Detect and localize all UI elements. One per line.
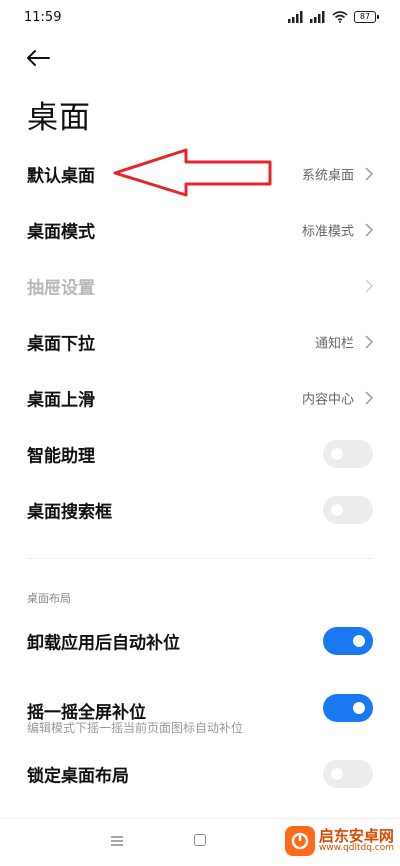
setting-shake-fill: 摇一摇全屏补位 编辑模式下摇一摇当前页面图标自动补位: [0, 680, 400, 740]
watermark: 启东安卓网 www.qdltdq.com: [284, 826, 394, 856]
signal-icon: [288, 11, 303, 23]
setting-label: 锁定桌面布局: [27, 766, 129, 787]
setting-value: 内容中心: [301, 392, 354, 408]
setting-subtitle: 编辑模式下摇一摇当前页面图标自动补位: [27, 721, 244, 735]
watermark-text: 启东安卓网 www.qdltdq.com: [319, 828, 394, 854]
setting-swipe-up[interactable]: 桌面上滑 内容中心: [0, 370, 400, 426]
section-divider: [27, 558, 373, 559]
status-icons: 87: [288, 11, 379, 23]
chevron-right-icon: [365, 335, 374, 349]
setting-label: 桌面模式: [27, 222, 95, 243]
toggle-knob: [331, 768, 343, 780]
setting-desktop-mode[interactable]: 桌面模式 标准模式: [0, 202, 400, 258]
setting-label: 桌面下拉: [27, 334, 95, 355]
page-title: 桌面: [27, 100, 91, 136]
watermark-title: 启东安卓网: [318, 826, 394, 845]
status-bar: 11:59 87: [0, 0, 400, 36]
shake-fill-toggle[interactable]: [323, 694, 373, 722]
setting-drawer: 抽屉设置: [0, 258, 400, 314]
watermark-logo-icon: [284, 826, 315, 856]
setting-label: 默认桌面: [27, 166, 95, 187]
home-icon[interactable]: [194, 834, 206, 846]
search-box-toggle[interactable]: [323, 496, 373, 524]
setting-value: 通知栏: [314, 336, 354, 352]
toggle-knob: [353, 702, 365, 714]
lock-layout-toggle[interactable]: [323, 760, 373, 788]
watermark-url: www.qdltdq.com: [318, 843, 394, 854]
back-arrow-icon: [27, 50, 50, 66]
annotation-arrow-icon: [113, 148, 272, 197]
back-button[interactable]: [26, 44, 58, 72]
chevron-right-icon: [365, 223, 374, 237]
menu-icon[interactable]: [110, 835, 124, 847]
signal-icon-2: [310, 11, 325, 23]
setting-auto-fill: 卸载应用后自动补位: [0, 613, 400, 669]
wifi-icon: [332, 11, 348, 23]
setting-label: 卸载应用后自动补位: [27, 633, 180, 654]
chevron-right-icon: [365, 167, 374, 181]
battery-icon: 87: [354, 11, 379, 23]
setting-label: 抽屉设置: [27, 278, 95, 299]
toggle-knob: [331, 504, 343, 516]
smart-assistant-toggle[interactable]: [323, 440, 373, 468]
toggle-knob: [331, 448, 343, 460]
chevron-right-icon: [365, 279, 374, 293]
chevron-right-icon: [365, 391, 374, 405]
setting-label: 桌面搜索框: [27, 502, 112, 523]
setting-value: 系统桌面: [301, 168, 354, 184]
section-header: 桌面布局: [27, 592, 71, 605]
setting-value: 标准模式: [301, 224, 354, 240]
setting-lock-layout: 锁定桌面布局: [0, 746, 400, 802]
setting-pull-down[interactable]: 桌面下拉 通知栏: [0, 314, 400, 370]
setting-label: 桌面上滑: [27, 390, 95, 411]
setting-label: 智能助理: [27, 446, 95, 467]
status-time: 11:59: [24, 10, 62, 25]
setting-search-box: 桌面搜索框: [0, 482, 400, 538]
toggle-knob: [353, 635, 365, 647]
auto-fill-toggle[interactable]: [323, 627, 373, 655]
setting-smart-assistant: 智能助理: [0, 426, 400, 482]
